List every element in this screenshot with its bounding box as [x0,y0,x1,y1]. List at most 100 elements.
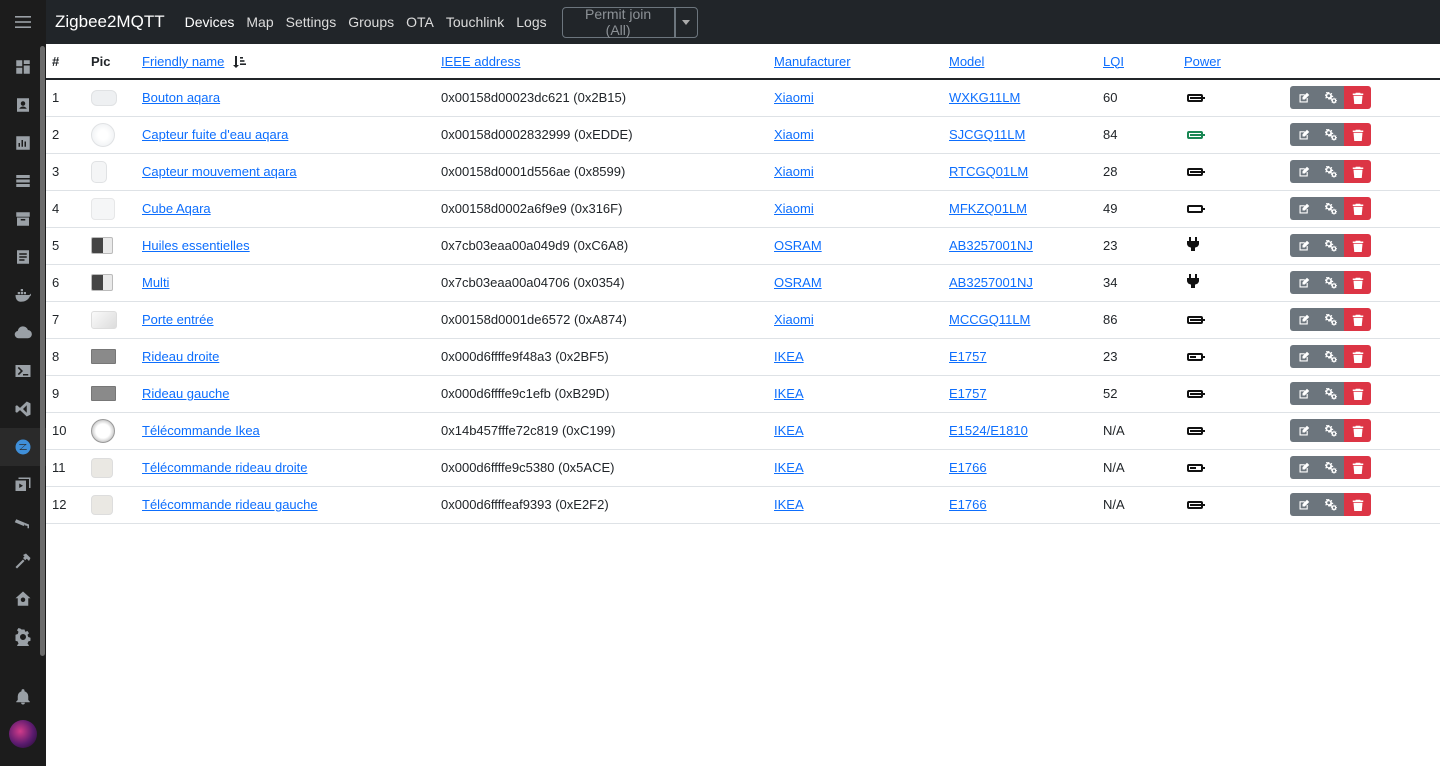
header-manufacturer[interactable]: Manufacturer [774,44,949,80]
model-link[interactable]: RTCGQ01LM [949,164,1028,179]
manufacturer-link[interactable]: Xiaomi [774,312,814,327]
configure-button[interactable] [1317,345,1344,368]
remove-button[interactable] [1344,493,1371,516]
nav-devices[interactable]: Devices [185,14,235,30]
sort-friendly-name-link[interactable]: Friendly name [142,54,224,69]
menu-icon[interactable] [0,0,46,44]
rename-button[interactable] [1290,419,1317,442]
remove-button[interactable] [1344,345,1371,368]
device-name-link[interactable]: Télécommande rideau droite [142,460,307,475]
nav-ota[interactable]: OTA [406,14,434,30]
header-model[interactable]: Model [949,44,1103,80]
header-friendly-name[interactable]: Friendly name [142,44,441,80]
sort-power-link[interactable]: Power [1184,54,1221,69]
manufacturer-link[interactable]: Xiaomi [774,127,814,142]
device-name-link[interactable]: Multi [142,275,169,290]
manufacturer-link[interactable]: OSRAM [774,275,822,290]
rename-button[interactable] [1290,308,1317,331]
configure-button[interactable] [1317,308,1344,331]
rename-button[interactable] [1290,86,1317,110]
sidebar-scrollbar[interactable] [40,46,45,656]
header-ieee[interactable]: IEEE address [441,44,774,80]
model-link[interactable]: AB3257001NJ [949,238,1033,253]
remove-button[interactable] [1344,160,1371,183]
manufacturer-link[interactable]: IKEA [774,349,804,364]
rename-button[interactable] [1290,123,1317,146]
model-link[interactable]: E1766 [949,497,987,512]
device-picture [81,301,142,339]
device-name-link[interactable]: Porte entrée [142,312,214,327]
nav-groups[interactable]: Groups [348,14,394,30]
model-link[interactable]: MFKZQ01LM [949,201,1027,216]
sort-lqi-link[interactable]: LQI [1103,54,1124,69]
rename-button[interactable] [1290,382,1317,405]
remove-button[interactable] [1344,271,1371,294]
device-name-link[interactable]: Cube Aqara [142,201,211,216]
remove-button[interactable] [1344,456,1371,479]
sort-ieee-link[interactable]: IEEE address [441,54,521,69]
manufacturer-link[interactable]: IKEA [774,497,804,512]
manufacturer-link[interactable]: IKEA [774,386,804,401]
remove-button[interactable] [1344,308,1371,331]
configure-button[interactable] [1317,382,1344,405]
manufacturer-link[interactable]: Xiaomi [774,201,814,216]
configure-button[interactable] [1317,456,1344,479]
row-actions [1290,123,1371,146]
manufacturer-link[interactable]: Xiaomi [774,90,814,105]
remove-button[interactable] [1344,234,1371,257]
device-name-link[interactable]: Bouton aqara [142,90,220,105]
nav-map[interactable]: Map [246,14,273,30]
rename-button[interactable] [1290,456,1317,479]
remove-button[interactable] [1344,86,1371,110]
rename-button[interactable] [1290,345,1317,368]
configure-button[interactable] [1317,197,1344,220]
model-link[interactable]: E1524/E1810 [949,423,1028,438]
model-link[interactable]: E1757 [949,349,987,364]
device-name-link[interactable]: Capteur fuite d'eau aqara [142,127,288,142]
nav-logs[interactable]: Logs [516,14,546,30]
manufacturer-link[interactable]: IKEA [774,423,804,438]
permit-join-dropdown-toggle[interactable] [674,6,698,38]
configure-button[interactable] [1317,234,1344,257]
model-link[interactable]: E1757 [949,386,987,401]
device-name-link[interactable]: Rideau gauche [142,386,229,401]
configure-button[interactable] [1317,271,1344,294]
device-name-link[interactable]: Rideau droite [142,349,219,364]
model-link[interactable]: AB3257001NJ [949,275,1033,290]
rename-button[interactable] [1290,271,1317,294]
user-avatar[interactable] [9,720,37,748]
device-name-link[interactable]: Télécommande Ikea [142,423,260,438]
configure-button[interactable] [1317,123,1344,146]
model-link[interactable]: MCCGQ11LM [949,312,1030,327]
header-power[interactable]: Power [1184,44,1290,80]
remove-button[interactable] [1344,123,1371,146]
nav-settings[interactable]: Settings [286,14,337,30]
rename-button[interactable] [1290,234,1317,257]
model-link[interactable]: E1766 [949,460,987,475]
remove-button[interactable] [1344,382,1371,405]
permit-join-button[interactable]: Permit join (All) [561,6,675,38]
rename-button[interactable] [1290,493,1317,516]
model-link[interactable]: SJCGQ11LM [949,127,1025,142]
rename-button[interactable] [1290,160,1317,183]
notifications-bell-icon[interactable] [0,680,46,714]
configure-button[interactable] [1317,160,1344,183]
manufacturer-link[interactable]: Xiaomi [774,164,814,179]
header-lqi[interactable]: LQI [1103,44,1184,80]
device-name-link[interactable]: Télécommande rideau gauche [142,497,318,512]
device-name-link[interactable]: Capteur mouvement aqara [142,164,297,179]
remove-button[interactable] [1344,197,1371,220]
remove-button[interactable] [1344,419,1371,442]
configure-button[interactable] [1317,86,1344,110]
nav-touchlink[interactable]: Touchlink [446,14,504,30]
manufacturer-link[interactable]: IKEA [774,460,804,475]
brand-title[interactable]: Zigbee2MQTT [55,12,165,32]
configure-button[interactable] [1317,493,1344,516]
configure-button[interactable] [1317,419,1344,442]
manufacturer-link[interactable]: OSRAM [774,238,822,253]
model-link[interactable]: WXKG11LM [949,90,1020,105]
sort-model-link[interactable]: Model [949,54,984,69]
device-name-link[interactable]: Huiles essentielles [142,238,250,253]
rename-button[interactable] [1290,197,1317,220]
sort-manufacturer-link[interactable]: Manufacturer [774,54,851,69]
